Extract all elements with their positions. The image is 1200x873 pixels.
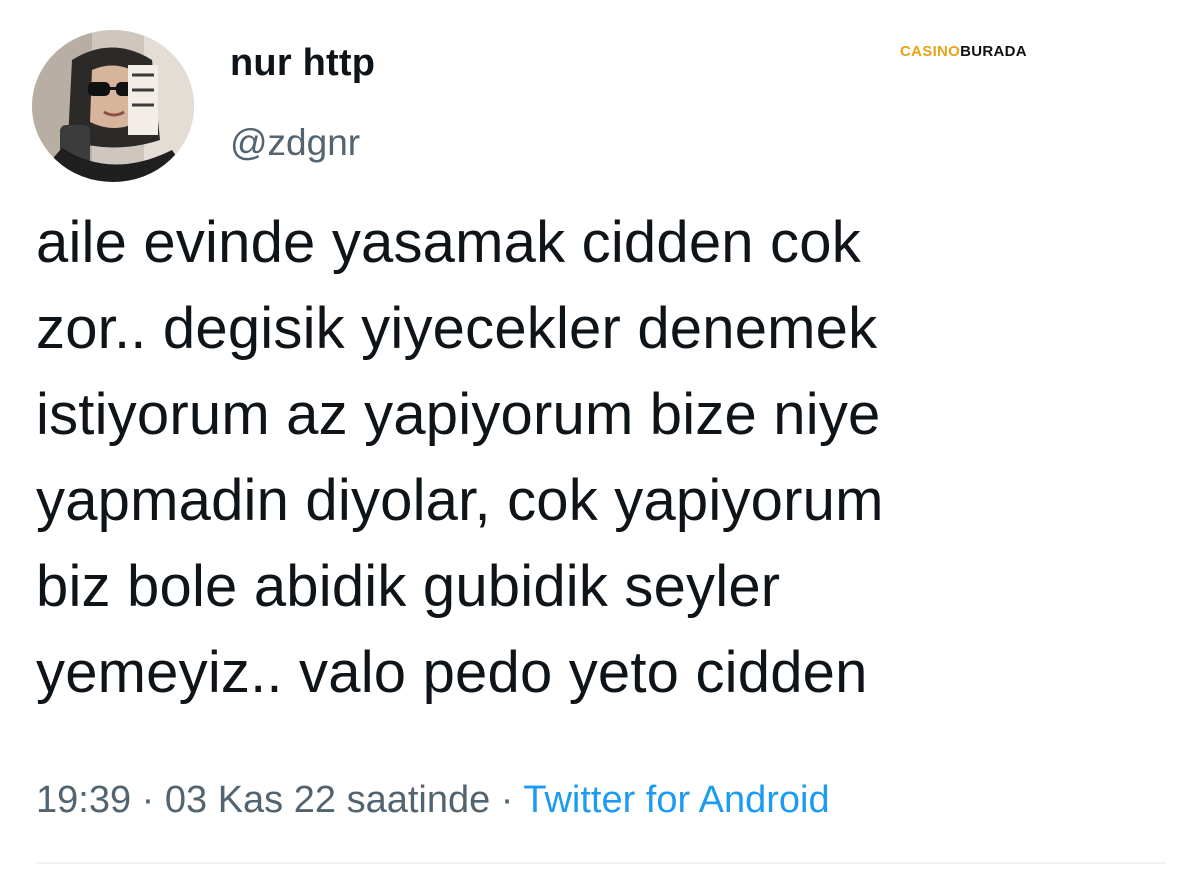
tweet-text-line: aile evinde yasamak cidden cok [36,210,861,275]
watermark-part1: CASINO [900,43,961,60]
tweet-text-line: yemeyiz.. valo pedo yeto cidden [36,640,868,705]
display-name[interactable]: nur http [230,44,375,82]
tweet-text-line: biz bole abidik gubidik seyler [36,554,781,619]
watermark-part2: BURADA [960,43,1027,60]
avatar[interactable] [32,30,194,182]
tweet-text-line: zor.. degisik yiyecekler denemek [36,296,878,361]
profile-photo-icon [32,30,194,182]
meta-separator: · [500,779,514,821]
watermark-logo: CASINOBURADA [900,44,1027,59]
tweet-text-line: istiyorum az yapiyorum bize niye [36,382,881,447]
tweet-meta: 19:39 · 03 Kas 22 saatinde · Twitter for… [36,776,830,824]
divider [36,862,1166,864]
tweet-card: nur http @zdgnr CASINOBURADA aile evinde… [0,0,1200,873]
meta-separator: · [141,779,155,821]
tweet-time[interactable]: 19:39 [36,779,131,821]
tweet-date[interactable]: 03 Kas 22 saatinde [165,779,490,821]
tweet-text: aile evinde yasamak cidden cok zor.. deg… [36,200,1176,716]
tweet-source-link[interactable]: Twitter for Android [523,779,829,821]
user-handle[interactable]: @zdgnr [230,124,360,161]
tweet-text-line: yapmadin diyolar, cok yapiyorum [36,468,884,533]
